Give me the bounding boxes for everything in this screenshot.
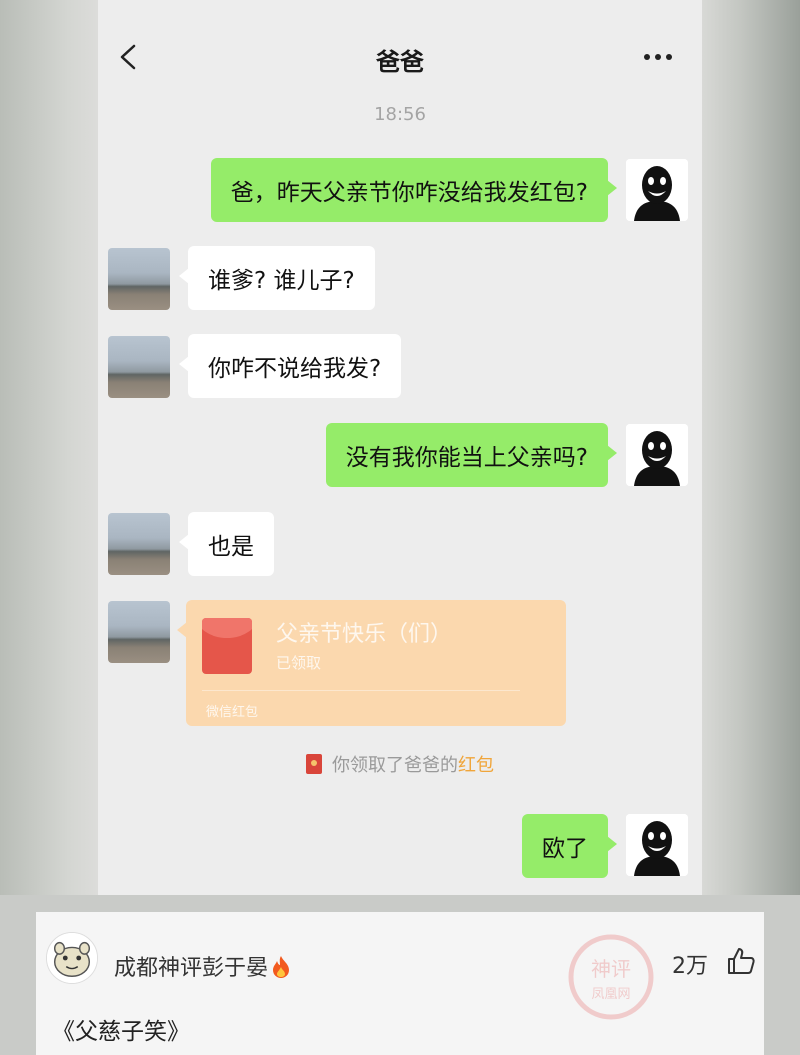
notice-red-packet-link[interactable]: 红包 — [458, 755, 494, 776]
like-count: 2万 — [672, 954, 708, 979]
red-packet-divider — [202, 690, 520, 691]
notice-text: 你领取了爸爸的 — [332, 755, 458, 776]
commenter-avatar[interactable] — [46, 932, 98, 984]
comment-text: 《父慈子笑》 — [52, 1019, 190, 1045]
background-right — [702, 0, 800, 895]
my-message-bubble[interactable]: 欧了 — [522, 814, 617, 878]
my-message-bubble[interactable]: 没有我你能当上父亲吗? — [325, 423, 618, 487]
message-text: 也是 — [208, 534, 254, 560]
dad-message-bubble[interactable]: 谁爹? 谁儿子? — [179, 246, 375, 310]
dad-message-bubble[interactable]: 你咋不说给我发? — [178, 334, 402, 398]
commenter-username[interactable]: 成都神评彭于晏 — [114, 950, 292, 982]
dad-avatar[interactable] — [108, 248, 170, 310]
red-envelope-icon — [306, 754, 322, 774]
dad-avatar[interactable] — [108, 513, 170, 575]
red-packet-title: 父亲节快乐（们） — [276, 622, 453, 647]
message-text: 谁爹? 谁儿子? — [208, 268, 355, 294]
svg-text:神评: 神评 — [591, 957, 631, 981]
dad-avatar[interactable] — [108, 336, 170, 398]
watermark-stamp: 神评 凤凰网 — [568, 934, 654, 1020]
dad-message-bubble[interactable]: 也是 — [179, 512, 274, 576]
fire-icon — [273, 956, 290, 978]
red-packet-status: 已领取 — [276, 654, 322, 672]
my-avatar[interactable] — [626, 424, 688, 486]
red-packet-card[interactable]: 父亲节快乐（们） 已领取 微信红包 — [177, 600, 566, 726]
svg-text:凤凰网: 凤凰网 — [591, 987, 630, 1002]
my-avatar[interactable] — [626, 814, 688, 876]
message-timestamp: 18:56 — [374, 104, 426, 125]
background-left — [0, 0, 98, 895]
my-message-bubble[interactable]: 爸，昨天父亲节你咋没给我发红包? — [210, 158, 618, 222]
red-packet-footer: 微信红包 — [206, 705, 259, 720]
chat-title: 爸爸 — [376, 48, 424, 76]
my-avatar[interactable] — [626, 159, 688, 221]
more-options-icon[interactable] — [638, 40, 678, 74]
message-text: 爸，昨天父亲节你咋没给我发红包? — [230, 180, 588, 206]
message-text: 欧了 — [542, 836, 588, 862]
dad-avatar[interactable] — [108, 601, 170, 663]
comment-card: 成都神评彭于晏 《父慈子笑》 神评 凤凰网 2万 — [36, 912, 764, 1055]
username-text: 成都神评彭于晏 — [114, 956, 269, 981]
message-text: 没有我你能当上父亲吗? — [345, 445, 588, 471]
red-packet-received-notice: 你领取了爸爸的红包 — [98, 751, 702, 777]
message-text: 你咋不说给我发? — [208, 356, 382, 382]
chat-window: 爸爸 18:56 爸，昨天父亲节你咋没给我发红包? 谁爹? 谁儿子? 你咋不说给… — [98, 0, 702, 895]
red-envelope-icon — [202, 618, 252, 674]
thumbs-up-icon[interactable] — [726, 946, 756, 976]
